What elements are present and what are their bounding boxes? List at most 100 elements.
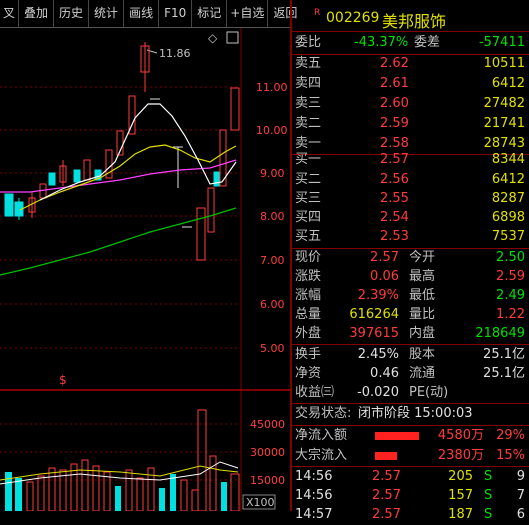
stock-code: 002269 (326, 10, 380, 26)
bid-row[interactable]: 买五 2.53 7537 (292, 227, 529, 247)
toolbar-history-button[interactable]: 历史 (54, 0, 90, 27)
candles (4, 42, 240, 261)
tick-count: 6 (516, 507, 525, 522)
ask-price: 2.61 (380, 76, 409, 91)
ask-row[interactable]: 卖二 2.59 21741 (292, 114, 529, 134)
tick-count: 7 (516, 488, 525, 503)
toolbar-f10-button[interactable]: F10 (159, 0, 193, 27)
quote-label: 总量 (295, 307, 322, 322)
fund-value: 25.1亿 (483, 347, 525, 362)
weicha-value: -57411 (478, 35, 525, 50)
bid-volume: 7537 (491, 229, 525, 244)
bid-volume: 6412 (491, 172, 525, 187)
ask-volume: 27482 (483, 96, 525, 111)
ask-label: 卖五 (295, 56, 322, 71)
fund-label: 收益㈢ (295, 385, 335, 400)
flow-bar (375, 432, 419, 440)
quote-label: 现价 (295, 250, 322, 265)
quote-value: 0.06 (370, 269, 399, 284)
flow-amount: 4580万 (437, 428, 484, 443)
ask-volume: 21741 (483, 116, 525, 131)
toolbar-mark-button[interactable]: 标记 (192, 0, 228, 27)
bid-label: 买二 (295, 172, 322, 187)
ask-label: 卖三 (295, 96, 322, 111)
tick-volume: 205 (448, 469, 473, 484)
stock-header: R 002269 美邦服饰 (292, 0, 529, 31)
weibi-value: -43.37% (354, 35, 409, 50)
tick-price: 2.57 (372, 507, 401, 522)
quote-row: 涨跌 0.06 最高 2.59 (292, 267, 529, 287)
quote-label: 最低 (409, 288, 436, 303)
quote-label: 外盘 (295, 326, 322, 341)
tick-row: 14:56 2.57 157 S 7 (292, 486, 529, 506)
fund-label: PE(动) (409, 385, 449, 400)
quote-value: 2.57 (370, 250, 399, 265)
toolbar-add-watch-button[interactable]: +自选 (227, 0, 269, 27)
volume-bars (5, 409, 240, 511)
toolbar-draw-button[interactable]: 画线 (124, 0, 160, 27)
volume-axis-label: 15000 (250, 474, 285, 487)
bid-row[interactable]: 买一 2.57 8344 (292, 150, 529, 170)
ask-label: 卖四 (295, 76, 322, 91)
weicha-label: 委差 (414, 35, 441, 50)
quote-row: 总量 616264 量比 1.22 (292, 305, 529, 325)
bid-price: 2.55 (380, 191, 409, 206)
flow-label: 大宗流入 (295, 448, 348, 463)
volume-axis-label: 45000 (250, 418, 285, 431)
flow-percent: 15% (496, 448, 525, 463)
ask-label: 卖二 (295, 116, 322, 131)
ask-price: 2.59 (380, 116, 409, 131)
ask-volume: 10511 (483, 56, 525, 71)
fund-label: 股本 (409, 347, 436, 362)
flow-row: 大宗流入 2380万 15% (292, 446, 529, 466)
trade-status-row: 交易状态: 闭市阶段 15:00:03 (292, 404, 529, 424)
fund-value: 0.46 (370, 366, 399, 381)
fund-label: 流通 (409, 366, 436, 381)
tick-volume: 157 (448, 488, 473, 503)
trade-status-label: 交易状态: (295, 406, 352, 421)
fund-value: 2.45% (357, 347, 399, 362)
tick-time: 14:56 (295, 488, 333, 503)
bid-label: 买一 (295, 152, 322, 167)
price-axis-label: 11.00 (256, 81, 288, 94)
ask-row[interactable]: 卖五 2.62 10511 (292, 54, 529, 74)
tick-time: 14:57 (295, 507, 333, 522)
fund-row: 收益㈢ -0.020 PE(动) (292, 383, 529, 403)
tick-side: S (484, 469, 493, 484)
tick-row: 14:57 2.57 187 S 6 (292, 505, 529, 525)
ask-volume: 6412 (491, 76, 525, 91)
quote-row: 外盘 397615 内盘 218649 (292, 324, 529, 344)
maximize-icon[interactable] (226, 31, 239, 44)
quote-label: 最高 (409, 269, 436, 284)
s-marker-icon: $ (59, 373, 67, 387)
toolbar-stats-button[interactable]: 统计 (89, 0, 125, 27)
kline-chart[interactable]: 11.00 10.00 9.00 8.00 7.00 6.00 5.00 450… (0, 28, 292, 511)
weibi-label: 委比 (295, 35, 322, 50)
trade-status-value: 闭市阶段 15:00:03 (358, 406, 473, 421)
quote-value: 218649 (475, 326, 525, 341)
bid-price: 2.56 (380, 172, 409, 187)
bid-price: 2.54 (380, 210, 409, 225)
quote-value: 397615 (349, 326, 399, 341)
bid-row[interactable]: 买二 2.56 6412 (292, 170, 529, 190)
quote-value: 1.22 (496, 307, 525, 322)
toolbar-item-0[interactable]: 叉 (0, 0, 20, 27)
tick-price: 2.57 (372, 469, 401, 484)
fund-value: 25.1亿 (483, 366, 525, 381)
price-grid (0, 86, 240, 481)
bid-label: 买三 (295, 191, 322, 206)
price-axis-label: 6.00 (260, 298, 285, 311)
toolbar-overlay-button[interactable]: 叠加 (19, 0, 55, 27)
price-axis-label: 10.00 (256, 124, 288, 137)
tick-price: 2.57 (372, 488, 401, 503)
stock-name: 美邦服饰 (382, 12, 447, 31)
bid-row[interactable]: 买三 2.55 8287 (292, 189, 529, 209)
ask-row[interactable]: 卖三 2.60 27482 (292, 94, 529, 114)
bid-row[interactable]: 买四 2.54 6898 (292, 208, 529, 228)
fund-value: -0.020 (357, 385, 399, 400)
diamond-icon[interactable]: ◇ (208, 31, 218, 45)
ask-row[interactable]: 卖四 2.61 6412 (292, 74, 529, 94)
quote-value: 2.49 (496, 288, 525, 303)
tick-row: 14:56 2.57 205 S 9 (292, 467, 529, 487)
bid-volume: 8344 (491, 152, 525, 167)
